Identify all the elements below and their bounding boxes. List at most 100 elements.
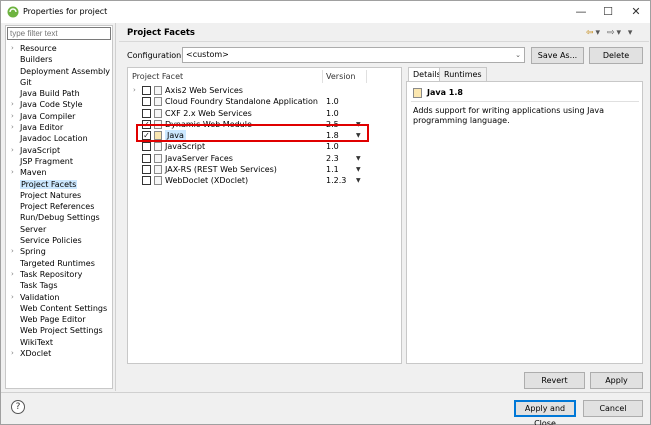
sidebar-item[interactable]: Run/Debug Settings (6, 212, 112, 223)
sidebar-item[interactable]: › Java Compiler (6, 111, 112, 122)
facet-version[interactable]: 1.1 (326, 164, 339, 175)
sidebar-item[interactable]: Server (6, 224, 112, 235)
column-header-facet[interactable]: Project Facet (132, 72, 183, 81)
chevron-right-icon[interactable]: › (11, 43, 14, 54)
sidebar-item[interactable]: › Spring (6, 246, 112, 257)
configuration-select[interactable]: <custom> ⌄ (182, 47, 525, 63)
sidebar-item[interactable]: Targeted Runtimes (6, 258, 112, 269)
maximize-button[interactable]: ☐ (595, 3, 621, 21)
sidebar-item[interactable]: Git (6, 77, 112, 88)
chevron-right-icon[interactable]: › (11, 99, 14, 110)
forward-menu-chevron-icon[interactable]: ▾ (617, 28, 624, 38)
property-tree: › Resource Builders Deployment Assembly Git J… (6, 43, 112, 359)
forward-arrow-icon[interactable]: ⇨ (607, 28, 617, 38)
facet-row[interactable]: JavaServer Faces 2.3 ▼ (128, 153, 401, 164)
sidebar-item[interactable]: Service Policies (6, 235, 112, 246)
sidebar-item[interactable]: Web Page Editor (6, 314, 112, 325)
version-dropdown-icon[interactable]: ▼ (356, 175, 361, 186)
sidebar-item[interactable]: › Validation (6, 292, 112, 303)
sidebar-item-label: Web Content Settings (20, 303, 108, 313)
sidebar-item[interactable]: Task Tags (6, 280, 112, 291)
minimize-button[interactable]: — (568, 3, 594, 21)
panel-divider[interactable] (115, 23, 116, 391)
sidebar-item[interactable]: Javadoc Location (6, 133, 112, 144)
nav-buttons: ⇦▾ ⇨▾ ▾ (586, 28, 634, 38)
sidebar-item[interactable]: › XDoclet (6, 348, 112, 359)
facet-name: JAX-RS (REST Web Services) (165, 164, 277, 174)
facet-checkbox[interactable] (142, 142, 151, 152)
sidebar-item-label: Project Natures (20, 190, 82, 200)
eclipse-icon (7, 6, 19, 18)
chevron-right-icon[interactable]: › (11, 348, 14, 359)
help-icon[interactable]: ? (11, 400, 25, 414)
tab-runtimes[interactable]: Runtimes (439, 67, 487, 81)
sidebar-item[interactable]: Web Content Settings (6, 303, 112, 314)
sidebar-item[interactable]: › Maven (6, 167, 112, 178)
sidebar-item[interactable]: Project Facets (6, 179, 112, 190)
sidebar-item-label: Validation (20, 292, 60, 302)
sidebar-item-label: Java Compiler (20, 111, 76, 121)
apply-and-close-button[interactable]: Apply and Close (514, 400, 576, 425)
chevron-right-icon[interactable]: › (11, 167, 14, 178)
details-body: Java 1.8 Adds support for writing applic… (406, 81, 643, 364)
sidebar-item-label: Server (20, 224, 47, 234)
sidebar-item[interactable]: › JavaScript (6, 145, 112, 156)
delete-button[interactable]: Delete (589, 47, 643, 64)
sidebar-item-label: JavaScript (20, 145, 61, 155)
chevron-right-icon[interactable]: › (11, 246, 14, 257)
back-menu-chevron-icon[interactable]: ▾ (596, 28, 603, 38)
revert-button[interactable]: Revert (524, 372, 585, 389)
sidebar-item-label: Service Policies (20, 236, 82, 246)
facet-icon (154, 164, 162, 174)
sidebar-item[interactable]: Builders (6, 54, 112, 65)
facet-row[interactable]: JavaScript 1.0 (128, 141, 401, 152)
chevron-right-icon[interactable]: › (11, 269, 14, 280)
chevron-right-icon[interactable]: › (11, 111, 14, 122)
facet-name: JavaServer Faces (165, 153, 233, 163)
version-dropdown-icon[interactable]: ▼ (356, 164, 361, 175)
facet-checkbox[interactable] (142, 153, 151, 163)
facet-row[interactable]: CXF 2.x Web Services 1.0 (128, 108, 401, 119)
chevron-right-icon[interactable]: › (133, 85, 136, 96)
sidebar-item[interactable]: Deployment Assembly (6, 66, 112, 77)
facet-checkbox[interactable] (142, 86, 151, 95)
chevron-right-icon[interactable]: › (11, 145, 14, 156)
column-header-version[interactable]: Version (326, 72, 355, 81)
sidebar-item[interactable]: WikiText (6, 337, 112, 348)
sidebar-item[interactable]: Java Build Path (6, 88, 112, 99)
facet-row[interactable]: WebDoclet (XDoclet) 1.2.3 ▼ (128, 175, 401, 186)
back-arrow-icon[interactable]: ⇦ (586, 28, 596, 38)
facet-checkbox[interactable] (142, 108, 151, 118)
facet-row[interactable]: › Axis2 Web Services (128, 85, 401, 96)
sidebar-item[interactable]: Web Project Settings (6, 325, 112, 336)
facet-checkbox[interactable] (142, 97, 151, 107)
sidebar-item[interactable]: › Java Editor (6, 122, 112, 133)
view-menu-icon[interactable]: ▾ (628, 28, 635, 38)
detail-description: Adds support for writing applications us… (413, 106, 604, 125)
facet-version[interactable]: 2.3 (326, 153, 339, 164)
cancel-button[interactable]: Cancel (583, 400, 643, 417)
facet-row[interactable]: JAX-RS (REST Web Services) 1.1 ▼ (128, 164, 401, 175)
sidebar-item[interactable]: JSP Fragment (6, 156, 112, 167)
sidebar-item[interactable]: Project References (6, 201, 112, 212)
filter-input[interactable] (7, 27, 111, 40)
save-as-button[interactable]: Save As... (531, 47, 584, 64)
properties-dialog: Properties for project — ☐ ✕ › Resource Bu… (0, 0, 651, 425)
sidebar-item[interactable]: Project Natures (6, 190, 112, 201)
facet-row[interactable]: Cloud Foundry Standalone Application 1.0 (128, 96, 401, 107)
facet-checkbox[interactable] (142, 164, 151, 174)
title-separator (119, 41, 649, 42)
facet-version: 1.0 (326, 142, 339, 152)
facet-checkbox[interactable] (142, 176, 151, 185)
left-panel: › Resource BuildersDeployment AssemblyGit J… (5, 25, 113, 389)
chevron-right-icon[interactable]: › (11, 122, 14, 133)
facet-version[interactable]: 1.2.3 (326, 175, 346, 186)
sidebar-item[interactable]: › Resource (6, 43, 112, 54)
chevron-right-icon[interactable]: › (11, 292, 14, 303)
close-button[interactable]: ✕ (623, 3, 649, 21)
apply-button[interactable]: Apply (590, 372, 643, 389)
sidebar-item[interactable]: › Task Repository (6, 269, 112, 280)
sidebar-item[interactable]: › Java Code Style (6, 99, 112, 110)
version-dropdown-icon[interactable]: ▼ (356, 153, 361, 164)
sidebar-item-label: WikiText (20, 337, 53, 347)
